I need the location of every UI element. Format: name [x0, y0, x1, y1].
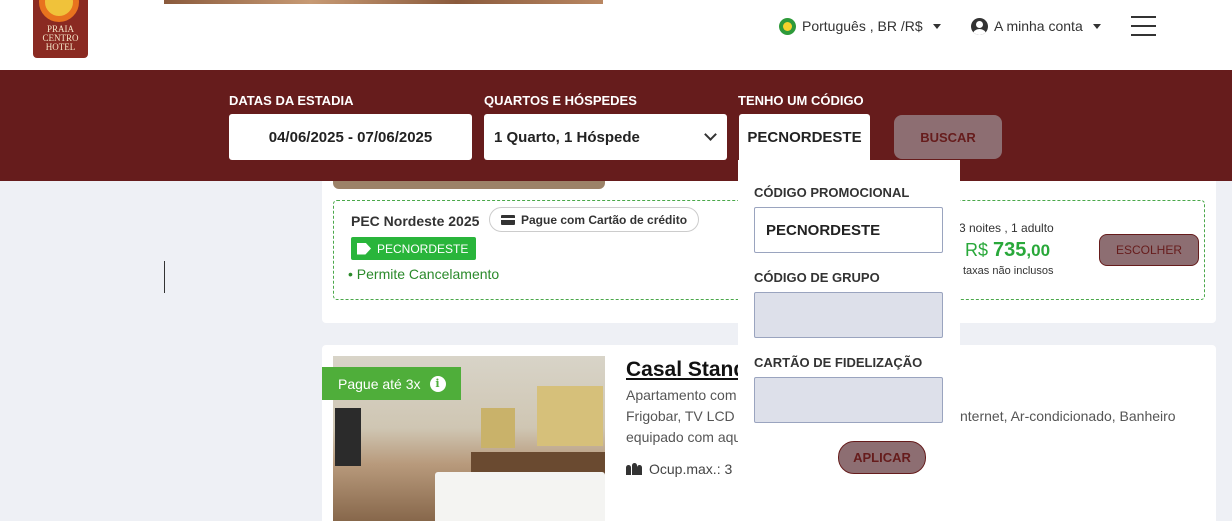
desc-line-part: Frigobar, TV LCD a — [626, 408, 747, 424]
cancellation-policy: • Permite Cancelamento — [348, 266, 500, 282]
language-selector[interactable]: Português , BR /R$ — [779, 16, 941, 36]
rate-name: PEC Nordeste 2025 — [351, 213, 480, 229]
text-cursor — [164, 261, 165, 293]
account-menu[interactable]: A minha conta — [971, 16, 1101, 36]
group-code-input[interactable] — [754, 292, 943, 338]
code-field[interactable]: PECNORDESTE — [739, 114, 870, 160]
payment-method-pill: Pague com Cartão de crédito — [489, 207, 700, 232]
booking-search-bar: DATAS DA ESTADIA 04/06/2025 - 07/06/2025… — [0, 70, 1232, 181]
price-decimal: ,00 — [1026, 241, 1051, 260]
taxes-note: taxas não inclusos — [963, 265, 1054, 277]
dates-label: DATAS DA ESTADIA — [229, 93, 354, 108]
installments-badge: Pague até 3x i — [322, 367, 461, 400]
chevron-down-icon — [704, 128, 717, 141]
hamburger-menu-icon[interactable] — [1131, 16, 1156, 36]
code-dropdown-panel: CÓDIGO PROMOCIONAL PECNORDESTE CÓDIGO DE… — [738, 160, 960, 486]
rooms-label: QUARTOS E HÓSPEDES — [484, 93, 637, 108]
logo-sun-icon — [39, 0, 79, 22]
rooms-guests-select[interactable]: 1 Quarto, 1 Hóspede — [484, 114, 727, 160]
apply-button[interactable]: APLICAR — [838, 441, 926, 474]
occupancy-label: Ocup.max.: 3 — [649, 461, 733, 477]
occupancy: Ocup.max.: 3 — [626, 461, 732, 477]
brazil-flag-icon — [779, 17, 796, 35]
group-code-label: CÓDIGO DE GRUPO — [754, 270, 880, 285]
wall-art-shape — [537, 386, 603, 446]
info-icon[interactable]: i — [429, 375, 446, 392]
promo-code-input[interactable]: PECNORDESTE — [754, 207, 943, 253]
dates-field[interactable]: 04/06/2025 - 07/06/2025 — [229, 114, 472, 160]
stay-summary: 3 noites , 1 adulto — [959, 221, 1054, 235]
promo-code-tag: PECNORDESTE — [351, 237, 477, 260]
room-image-partial — [333, 181, 605, 189]
payment-label: Pague com Cartão de crédito — [521, 212, 688, 227]
user-icon — [971, 17, 988, 35]
bed-shape — [435, 472, 605, 521]
price-integer: 735 — [993, 239, 1027, 261]
account-label: A minha conta — [994, 18, 1083, 34]
promo-code-label: CÓDIGO PROMOCIONAL — [754, 185, 910, 200]
tag-icon — [357, 242, 371, 255]
site-header: PRAIA CENTRO HOTEL Português , BR /R$ A … — [0, 0, 1232, 70]
chevron-down-icon — [932, 23, 941, 29]
logo-text: PRAIA CENTRO HOTEL — [42, 24, 79, 52]
wall-art-shape — [481, 408, 515, 448]
people-icon — [626, 463, 642, 475]
code-label: TENHO UM CÓDIGO — [738, 93, 864, 108]
rooms-guests-value: 1 Quarto, 1 Hóspede — [494, 128, 640, 146]
chevron-down-icon — [1092, 23, 1101, 29]
search-button[interactable]: BUSCAR — [894, 115, 1002, 159]
promo-tag-label: PECNORDESTE — [377, 241, 469, 256]
banner-image-strip — [164, 0, 603, 4]
installments-label: Pague até 3x — [338, 375, 421, 392]
loyalty-card-input[interactable] — [754, 377, 943, 423]
language-label: Português , BR /R$ — [802, 18, 923, 34]
loyalty-card-label: CARTÃO DE FIDELIZAÇÃO — [754, 355, 923, 370]
tv-shape — [335, 408, 361, 466]
choose-button[interactable]: ESCOLHER — [1099, 234, 1199, 266]
desc-line-part: nternet, Ar-condicionado, Banheiro — [960, 408, 1176, 424]
hotel-logo[interactable]: PRAIA CENTRO HOTEL — [33, 0, 88, 58]
credit-card-icon — [501, 214, 515, 225]
price-currency: R$ — [965, 240, 989, 260]
price: R$ 735,00 — [965, 239, 1050, 262]
